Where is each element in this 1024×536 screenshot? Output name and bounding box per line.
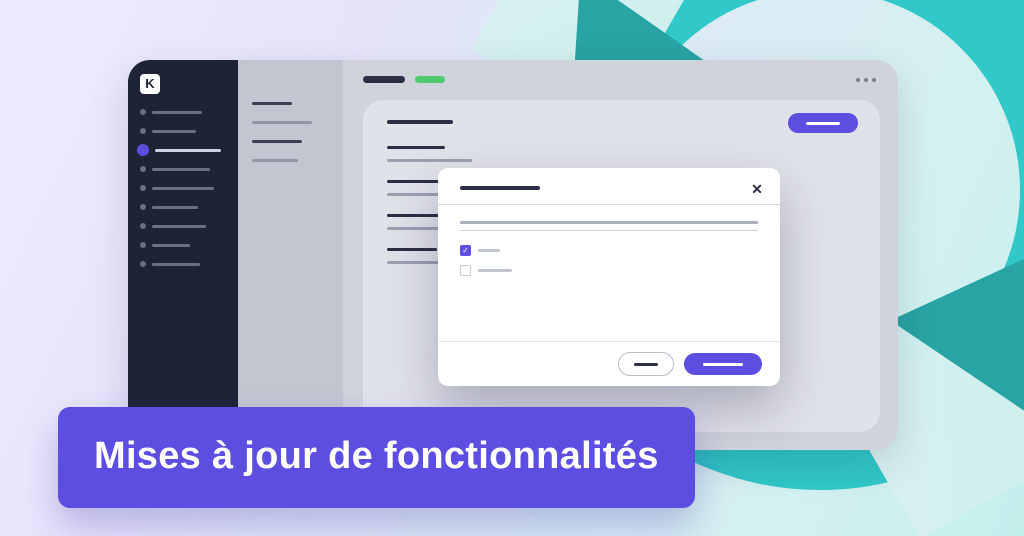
modal-title: [460, 186, 540, 190]
sidebar-dot-icon: [140, 223, 146, 229]
cancel-button[interactable]: [618, 352, 674, 376]
sidebar-active-dot-icon: [137, 144, 149, 156]
checkbox-option[interactable]: [460, 265, 758, 276]
sidebar-dot-icon: [140, 109, 146, 115]
sidebar-item-label: [155, 149, 221, 152]
sidebar-item-label: [152, 225, 206, 228]
sidebar-item[interactable]: [140, 218, 228, 234]
sidebar-item-label: [152, 187, 214, 190]
card-title: [387, 120, 453, 124]
sidebar-item[interactable]: [140, 161, 228, 177]
feature-updates-banner: Mises à jour de fonctionnalités: [58, 407, 695, 508]
confirm-button[interactable]: [684, 353, 762, 375]
close-icon[interactable]: ✕: [750, 182, 764, 196]
sidebar-item-label: [152, 263, 200, 266]
sidebar-dot-icon: [140, 242, 146, 248]
sidebar-item-label: [152, 244, 190, 247]
sidebar-item[interactable]: [140, 256, 228, 272]
sub-nav-item[interactable]: [252, 159, 298, 162]
checkbox-option[interactable]: [460, 245, 758, 256]
tab-active[interactable]: [363, 76, 405, 83]
app-logo[interactable]: K: [140, 74, 160, 94]
more-menu-icon[interactable]: [856, 78, 876, 82]
sidebar-dot-icon: [140, 185, 146, 191]
sidebar-item[interactable]: [140, 199, 228, 215]
sidebar-item[interactable]: [140, 180, 228, 196]
sidebar-dot-icon: [140, 166, 146, 172]
section-heading: [387, 248, 437, 251]
sidebar-item-label: [152, 111, 202, 114]
section-heading: [387, 180, 442, 183]
modal-dialog: ✕: [438, 168, 780, 386]
checkbox-icon[interactable]: [460, 245, 471, 256]
sub-nav: [238, 60, 343, 450]
section-subtext: [387, 159, 472, 162]
sub-nav-item[interactable]: [252, 102, 292, 105]
modal-footer: [438, 341, 780, 386]
checkbox-label: [478, 269, 512, 272]
sub-nav-item[interactable]: [252, 140, 302, 143]
sub-nav-item[interactable]: [252, 121, 312, 124]
section-heading: [387, 146, 445, 149]
sidebar-item-label: [152, 206, 198, 209]
sidebar: K: [128, 60, 238, 450]
tab-bar: [363, 76, 445, 83]
sidebar-dot-icon: [140, 261, 146, 267]
sidebar-item-label: [152, 168, 210, 171]
sidebar-dot-icon: [140, 128, 146, 134]
sidebar-dot-icon: [140, 204, 146, 210]
sidebar-item[interactable]: [140, 123, 228, 139]
sidebar-item-label: [152, 130, 196, 133]
checkbox-label: [478, 249, 500, 252]
text-input[interactable]: [460, 221, 758, 224]
sidebar-item[interactable]: [140, 142, 228, 158]
status-pill[interactable]: [415, 76, 445, 83]
new-action-button[interactable]: [788, 113, 858, 133]
sidebar-item[interactable]: [140, 104, 228, 120]
checkbox-icon[interactable]: [460, 265, 471, 276]
sidebar-item[interactable]: [140, 237, 228, 253]
